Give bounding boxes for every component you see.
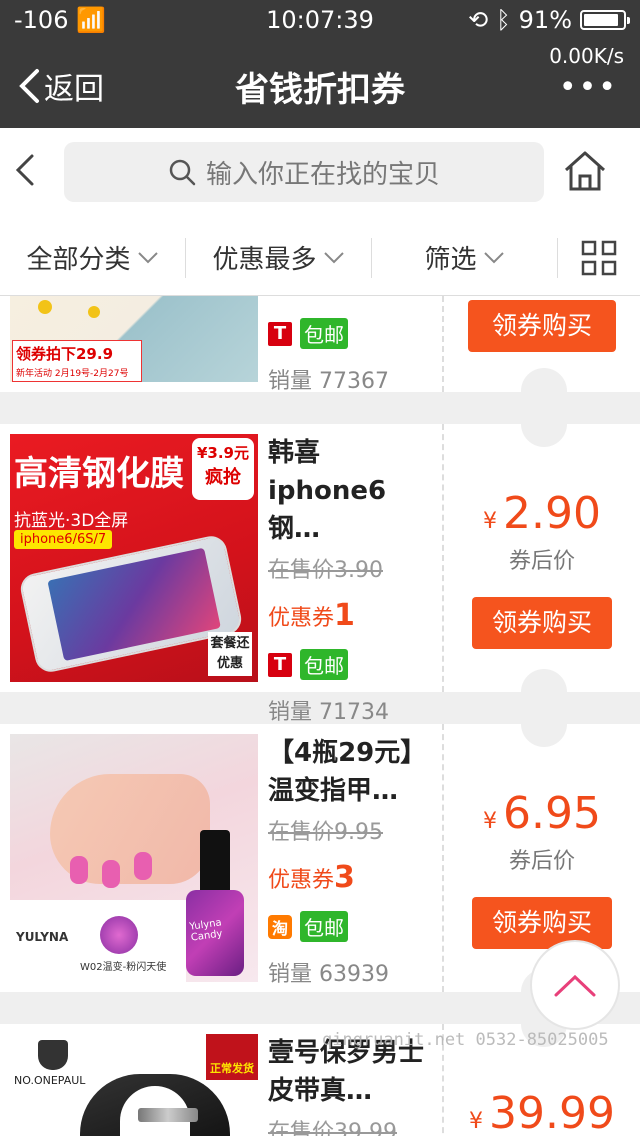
search-input[interactable]: 输入你正在找的宝贝 (64, 142, 544, 202)
promo-sticker-sub: 新年活动 2月19号-2月27号 (16, 369, 129, 379)
img-corner: 套餐还优惠 (208, 632, 252, 676)
free-shipping-badge: 包邮 (300, 911, 348, 942)
rotation-lock-icon: ⟲ (468, 6, 489, 34)
coupon-price: ¥6.95 (483, 788, 601, 839)
chevron-down-icon (137, 251, 158, 263)
filter-screen[interactable]: 筛选 (372, 237, 558, 278)
product-image: 高清钢化膜 ¥3.9元 疯抢 抗蓝光·3D全屏 iphone6/6S/7 套餐还… (10, 434, 258, 682)
product-title: 【4瓶29元】温变指甲… (268, 738, 427, 806)
home-icon (564, 151, 606, 191)
filter-sort[interactable]: 优惠最多 (186, 237, 372, 278)
brand-panel: YULYNA W02温变-粉闪天使 (10, 900, 186, 982)
promo-sticker-text: 领券拍下29.9 (16, 345, 114, 363)
top-bar: -106 📶 10:07:39 ⟲ ᛒ 91% 0.00K/s 返回 省钱折扣券… (0, 0, 640, 128)
back-to-top-button[interactable] (530, 940, 620, 1030)
tmall-icon: T (268, 652, 292, 677)
original-price: 在售价39.99 (268, 1120, 397, 1136)
after-coupon-label: 券后价 (508, 849, 575, 874)
search-back-button[interactable] (14, 150, 36, 200)
price-column: ¥6.95 券后价 领券购买 (444, 788, 640, 949)
img-badge: 疯抢 (205, 467, 241, 488)
original-price: 在售价9.95 (268, 820, 383, 845)
filter-screen-label: 筛选 (424, 245, 477, 275)
battery-percent: 91% (518, 6, 572, 34)
promo-sticker: 领券拍下29.9 新年活动 2月19号-2月27号 (12, 340, 142, 382)
status-right: ⟲ ᛒ 91% (468, 6, 630, 34)
page-title: 省钱折扣券 (235, 70, 405, 110)
product-image: NO.ONEPAUL 正常发货 (10, 1034, 258, 1136)
sales-count: 销量 63939 (268, 962, 389, 987)
filter-category[interactable]: 全部分类 (0, 237, 186, 278)
free-shipping-badge: 包邮 (300, 318, 348, 349)
img-caption: W02温变-粉闪天使 (80, 962, 167, 973)
polo-logo-icon (38, 1040, 68, 1070)
ticket-notch (521, 401, 567, 447)
chevron-down-icon (323, 251, 344, 263)
chevron-down-icon (483, 251, 504, 263)
product-card[interactable]: 领券拍下29.9 新年活动 2月19号-2月27号 T 包邮 销量 77367 … (0, 296, 640, 414)
price-column: ¥2.90 券后价 领券购买 (444, 488, 640, 649)
status-bar: -106 📶 10:07:39 ⟲ ᛒ 91% (0, 0, 640, 40)
product-tags: 淘 包邮 (268, 911, 438, 942)
img-brand: NO.ONEPAUL (14, 1074, 86, 1087)
price-column: ¥39.99 (444, 1088, 640, 1136)
img-line1: 抗蓝光·3D全屏 (14, 511, 129, 531)
tmall-icon: T (268, 321, 292, 346)
original-price: 在售价3.90 (268, 558, 383, 583)
buy-coupon-button[interactable]: 领券购买 (468, 300, 616, 352)
product-card[interactable]: 高清钢化膜 ¥3.9元 疯抢 抗蓝光·3D全屏 iphone6/6S/7 套餐还… (0, 401, 640, 725)
img-brand: YULYNA (16, 930, 69, 944)
product-tags: T 包邮 (268, 649, 438, 680)
product-image: 领券拍下29.9 新年活动 2月19号-2月27号 (10, 296, 258, 382)
more-button[interactable]: ••• (559, 70, 618, 105)
battery-icon (580, 10, 630, 30)
img-title: 高清钢化膜 (14, 454, 184, 494)
coupon-price: ¥39.99 (469, 1088, 615, 1136)
price-column: 领券购买 (444, 300, 640, 352)
chevron-up-icon (554, 974, 596, 997)
bluetooth-icon: ᛒ (496, 6, 511, 34)
filter-sort-label: 优惠最多 (212, 245, 317, 275)
layout-toggle-button[interactable] (558, 240, 640, 276)
sales-count: 销量 71734 (268, 700, 389, 725)
product-info: 【4瓶29元】温变指甲… 在售价9.95 优惠券3 淘 包邮 销量 63939 (268, 734, 438, 988)
product-tags: T 包邮 (268, 318, 438, 349)
taobao-icon: 淘 (268, 914, 292, 939)
belt-illustration (80, 1074, 230, 1136)
chevron-left-icon (15, 154, 34, 186)
battery-level-fill (584, 14, 619, 26)
img-price: ¥3.9元 (196, 444, 249, 462)
product-image: Yulyna Candy YULYNA W02温变-粉闪天使 (10, 734, 258, 982)
product-info: 韩喜iphone6钢… 在售价3.90 优惠券1 T 包邮 销量 71734 (268, 434, 438, 726)
img-line2: iphone6/6S/7 (14, 530, 113, 549)
search-bar: 输入你正在找的宝贝 (0, 128, 640, 220)
home-button[interactable] (562, 148, 608, 194)
search-placeholder: 输入你正在找的宝贝 (205, 159, 440, 190)
coupon-price: ¥2.90 (483, 488, 601, 539)
img-badge: 正常发货 (206, 1034, 258, 1080)
sales-count: 销量 77367 (268, 369, 389, 394)
coupon-value: 优惠券3 (268, 860, 355, 895)
free-shipping-badge: 包邮 (300, 649, 348, 680)
after-coupon-label: 券后价 (508, 549, 575, 574)
img-price-badge: ¥3.9元 疯抢 (192, 438, 254, 500)
filter-bar: 全部分类 优惠最多 筛选 (0, 220, 640, 296)
grid-view-icon (581, 240, 617, 275)
watermark: qingruanit.net 0532-85025005 (322, 1030, 609, 1050)
nail-polish-bottle: Yulyna Candy (186, 830, 244, 978)
filter-category-label: 全部分类 (26, 245, 131, 275)
product-title: 韩喜iphone6钢… (268, 438, 387, 544)
coupon-value: 优惠券1 (268, 598, 355, 633)
buy-coupon-button[interactable]: 领券购买 (472, 897, 612, 949)
ticket-notch (521, 701, 567, 747)
buy-coupon-button[interactable]: 领券购买 (472, 597, 612, 649)
product-info: T 包邮 销量 77367 (268, 318, 438, 395)
search-icon (169, 159, 196, 186)
